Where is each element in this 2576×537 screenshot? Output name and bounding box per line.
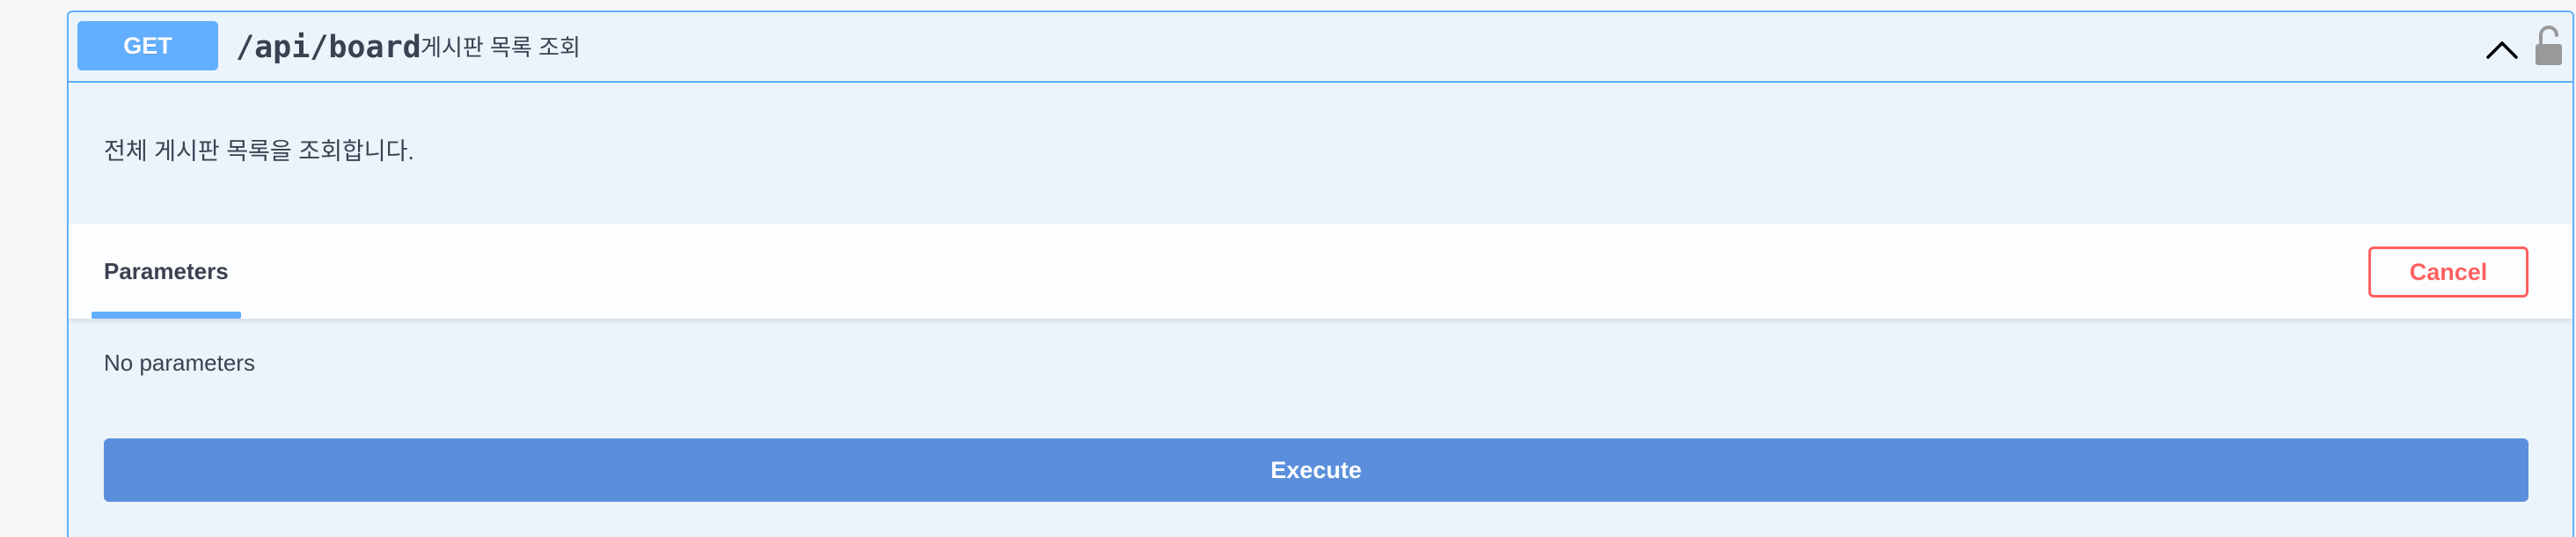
unlocked-padlock-icon[interactable] — [2534, 25, 2564, 67]
cancel-button[interactable]: Cancel — [2368, 246, 2528, 298]
operation-block-get-api-board: GET /api/board 게시판 목록 조회 전체 게시판 목록을 조회합니… — [67, 11, 2574, 537]
endpoint-path: /api/board — [236, 30, 421, 65]
operation-summary-bar[interactable]: GET /api/board 게시판 목록 조회 — [69, 12, 2572, 83]
swagger-page: GET /api/board 게시판 목록 조회 전체 게시판 목록을 조회합니… — [0, 0, 2576, 537]
http-method-badge: GET — [77, 21, 218, 70]
active-tab-underline — [91, 312, 241, 319]
execute-button[interactable]: Execute — [104, 438, 2528, 502]
parameters-header: Parameters Cancel — [69, 224, 2572, 320]
chevron-up-icon[interactable] — [2485, 32, 2520, 67]
operation-description: 전체 게시판 목록을 조회합니다. — [104, 138, 414, 165]
no-parameters-text: No parameters — [104, 349, 255, 376]
tab-parameters[interactable]: Parameters — [91, 224, 241, 319]
tab-parameters-label: Parameters — [104, 258, 229, 284]
endpoint-summary: 게시판 목록 조회 — [421, 34, 581, 61]
